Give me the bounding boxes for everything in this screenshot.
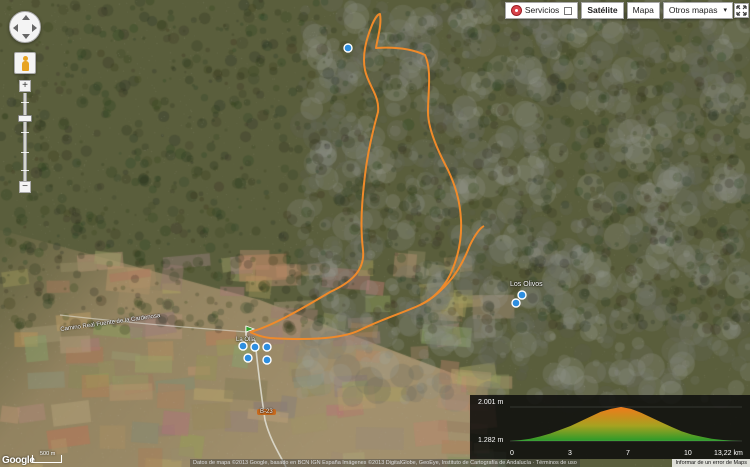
services-label: Servicios xyxy=(524,5,560,15)
scale-label: 500 m xyxy=(40,451,56,457)
town-label: La Olla xyxy=(236,337,256,343)
route-path[interactable] xyxy=(249,13,463,341)
route-spur[interactable] xyxy=(419,225,485,306)
poi-marker[interactable] xyxy=(262,355,272,365)
caret-down-icon: ▾ xyxy=(723,7,727,14)
elevation-max-label: 2.001 m xyxy=(478,399,504,406)
poi-markers[interactable] xyxy=(238,43,527,365)
elevation-tick: 3 xyxy=(568,450,572,457)
google-logo[interactable]: Google xyxy=(2,455,35,466)
pegman-body xyxy=(22,61,29,71)
map-attribution[interactable]: Datos de mapa ©2013 Google, basado en BC… xyxy=(190,459,580,467)
zoom-in-button[interactable]: + xyxy=(19,80,31,92)
services-button[interactable]: Servicios xyxy=(504,2,579,19)
poi-marker[interactable] xyxy=(238,341,248,351)
poi-marker[interactable] xyxy=(343,43,353,53)
zoom-out-button[interactable]: − xyxy=(19,181,31,193)
map-footer: Datos de mapa ©2013 Google, basado en BC… xyxy=(0,459,750,467)
elevation-tick: 7 xyxy=(626,450,630,457)
poi-marker[interactable] xyxy=(250,342,260,352)
other-maps-button[interactable]: Otros mapas ▾ xyxy=(662,2,733,19)
map-button[interactable]: Mapa xyxy=(626,2,660,19)
zoom-tick xyxy=(21,132,29,133)
fullscreen-button[interactable] xyxy=(734,3,749,18)
poi-marker[interactable] xyxy=(262,342,272,352)
road-sign: B-23 xyxy=(257,409,276,415)
zoom-slider-track[interactable] xyxy=(23,93,27,181)
satellite-button[interactable]: Satélite xyxy=(581,2,624,19)
poi-marker[interactable] xyxy=(511,298,521,308)
elevation-tick: 13,22 km xyxy=(714,450,743,457)
pan-left-icon[interactable] xyxy=(13,24,18,32)
services-icon xyxy=(510,5,522,16)
zoom-tick xyxy=(21,152,29,153)
poi-marker[interactable] xyxy=(517,290,527,300)
elevation-profile-panel[interactable]: 2.001 m 1.282 m 0 3 7 10 13,22 km xyxy=(470,395,750,459)
pan-up-icon[interactable] xyxy=(22,15,30,20)
pan-control[interactable] xyxy=(9,11,41,43)
street-view-pegman[interactable] xyxy=(14,52,36,74)
other-maps-label: Otros mapas xyxy=(668,5,718,15)
map-type-bar: Servicios Satélite Mapa Otros mapas ▾ xyxy=(504,2,733,19)
zoom-slider-thumb[interactable] xyxy=(18,115,32,122)
report-error-link[interactable]: Informar de un error de Maps xyxy=(672,459,750,467)
pan-down-icon[interactable] xyxy=(22,34,30,39)
village-label: Los Olivos xyxy=(510,281,543,288)
elevation-tick: 0 xyxy=(510,450,514,457)
elevation-area xyxy=(510,407,742,441)
elevation-min-label: 1.282 m xyxy=(478,437,504,444)
zoom-tick xyxy=(21,102,29,103)
pan-right-icon[interactable] xyxy=(32,24,37,32)
services-checkbox[interactable] xyxy=(564,6,573,15)
elevation-tick: 10 xyxy=(684,450,692,457)
poi-marker[interactable] xyxy=(243,353,253,363)
zoom-tick xyxy=(21,170,29,171)
fullscreen-icon xyxy=(736,5,747,16)
